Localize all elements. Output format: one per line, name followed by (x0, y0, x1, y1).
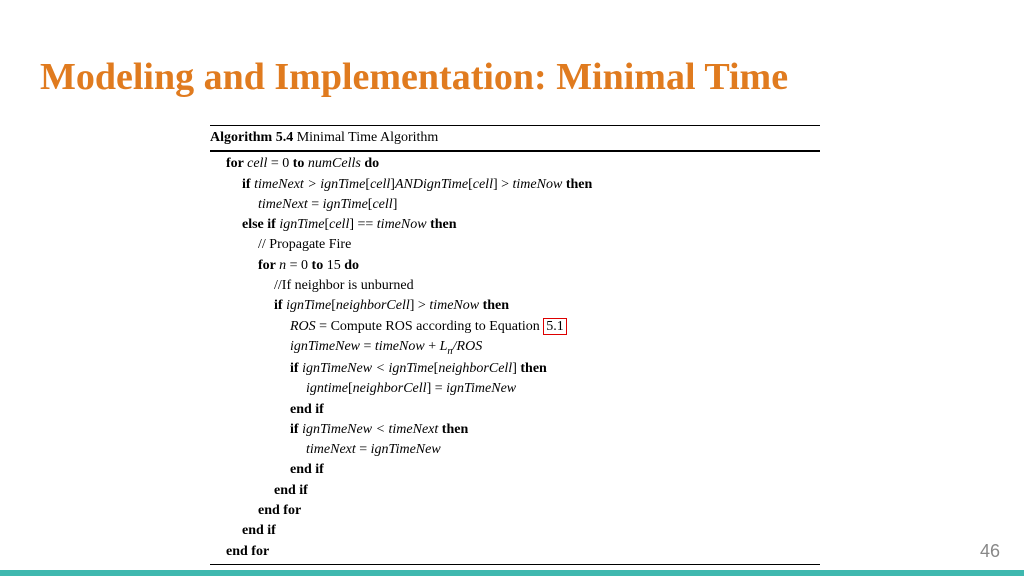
algo-line: igntime[neighborCell] = ignTimeNew (210, 379, 820, 399)
algo-line: if timeNext > ignTime[cell]ANDignTime[ce… (210, 175, 820, 195)
algorithm-number: Algorithm 5.4 (210, 130, 293, 145)
algorithm-block: Algorithm 5.4 Minimal Time Algorithm for… (210, 125, 820, 565)
algo-line: ignTimeNew = timeNow + Ln/ROS (210, 337, 820, 359)
algo-line: end if (210, 400, 820, 420)
equation-ref[interactable]: 5.1 (543, 318, 567, 335)
algo-line: end for (210, 542, 820, 562)
algo-line: if ignTime[neighborCell] > timeNow then (210, 296, 820, 316)
algorithm-title: Minimal Time Algorithm (293, 130, 438, 145)
algo-line: timeNext = ignTimeNew (210, 440, 820, 460)
algo-line: ROS = Compute ROS according to Equation … (210, 317, 820, 337)
algo-line: end if (210, 521, 820, 541)
algo-line: end if (210, 460, 820, 480)
algo-line: timeNext = ignTime[cell] (210, 195, 820, 215)
algo-line: for cell = 0 to numCells do (210, 154, 820, 174)
algorithm-body: for cell = 0 to numCells do if timeNext … (210, 151, 820, 565)
algo-line: if ignTimeNew < ignTime[neighborCell] th… (210, 359, 820, 379)
algo-line: else if ignTime[cell] == timeNow then (210, 215, 820, 235)
page-number: 46 (980, 541, 1000, 562)
algo-line: end if (210, 481, 820, 501)
algo-line: // Propagate Fire (210, 235, 820, 255)
algo-line: if ignTimeNew < timeNext then (210, 420, 820, 440)
algorithm-caption: Algorithm 5.4 Minimal Time Algorithm (210, 125, 820, 151)
slide-title: Modeling and Implementation: Minimal Tim… (40, 55, 984, 99)
algo-line: end for (210, 501, 820, 521)
footer-accent-bar (0, 570, 1024, 576)
algo-line: for n = 0 to 15 do (210, 256, 820, 276)
algo-line: //If neighbor is unburned (210, 276, 820, 296)
